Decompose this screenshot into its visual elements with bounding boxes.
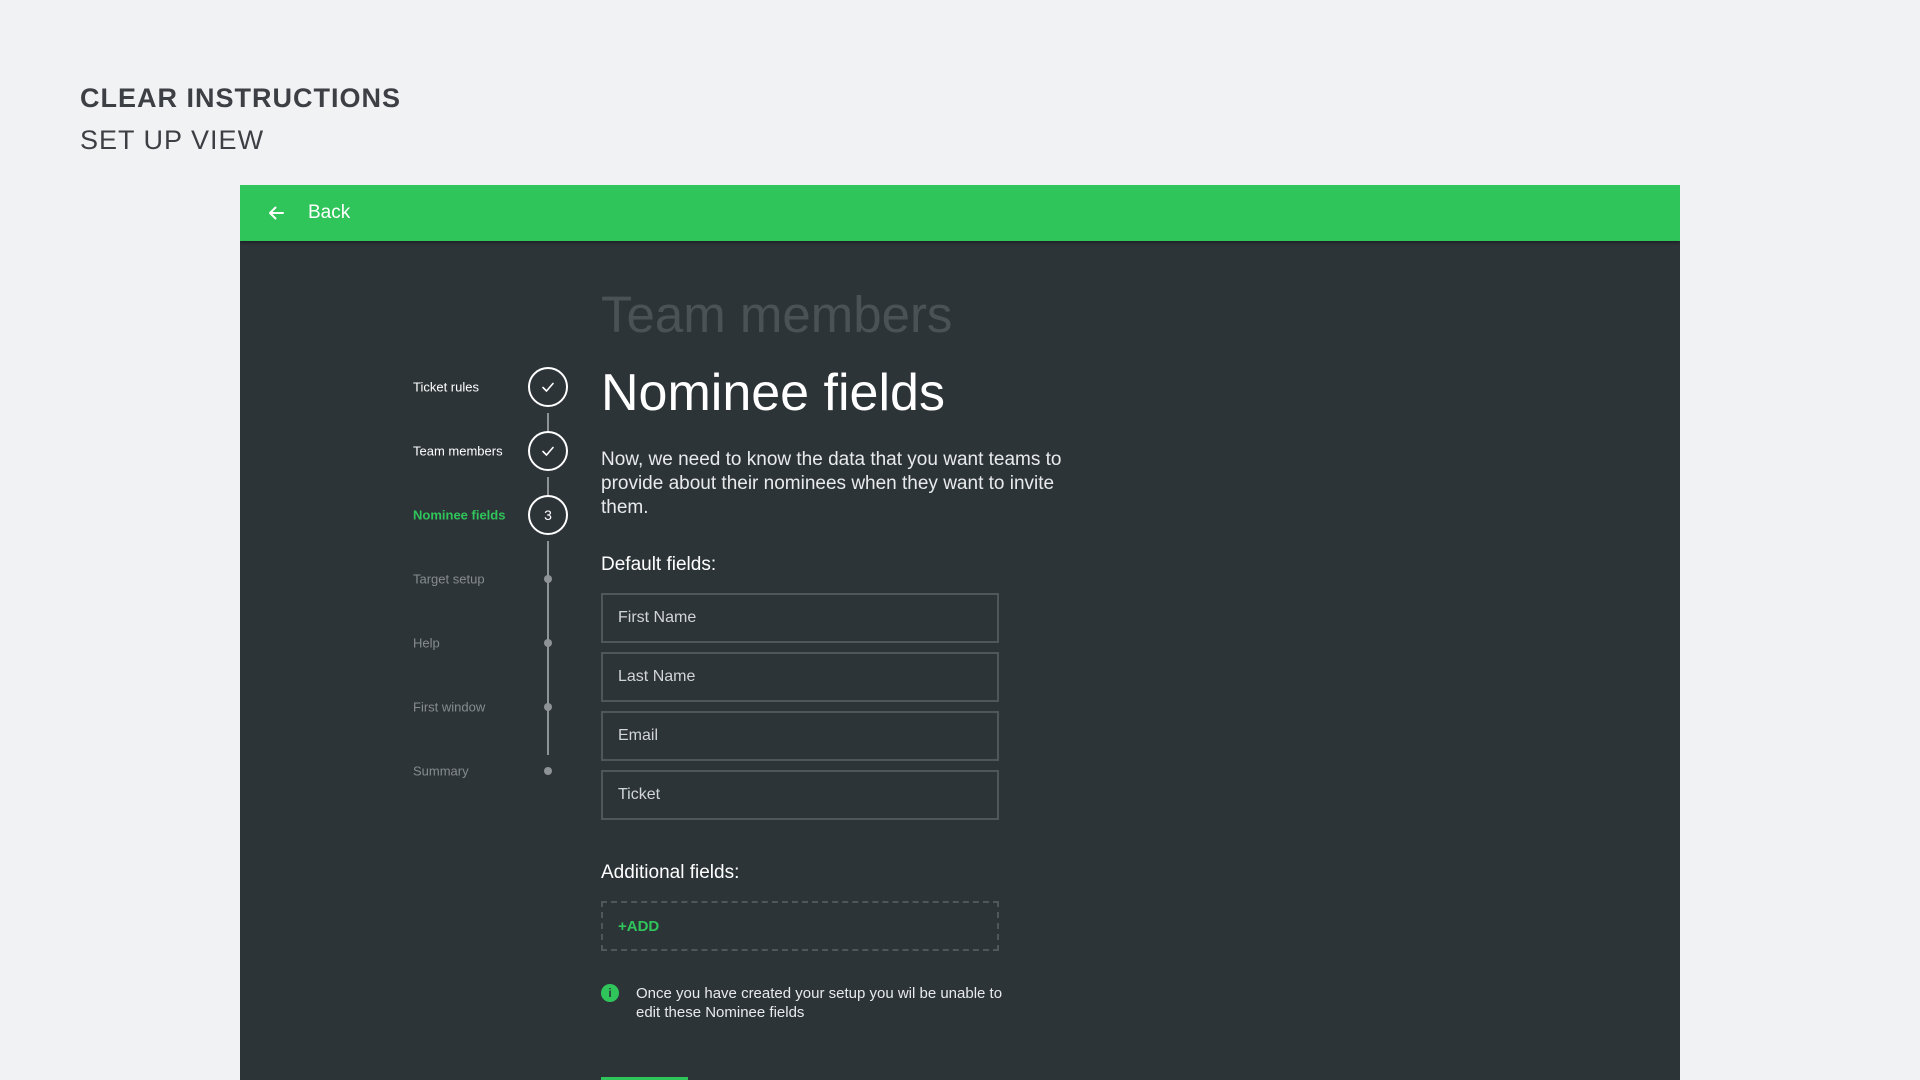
app-frame: Back Ticket rules Team members Nominee f… (240, 185, 1680, 1080)
default-field-last-name[interactable]: Last Name (601, 652, 999, 702)
default-field-ticket[interactable]: Ticket (601, 770, 999, 820)
default-field-first-name[interactable]: First Name (601, 593, 999, 643)
field-label: First Name (618, 609, 697, 626)
step-dot (544, 767, 552, 775)
info-message: Once you have created your setup you wil… (636, 985, 1003, 1021)
field-label: Email (618, 727, 659, 744)
step-label-team-members[interactable]: Team members (413, 444, 503, 459)
back-button[interactable]: Back (308, 202, 350, 224)
page-title: Nominee fields (601, 364, 945, 422)
add-field-label: +ADD (618, 917, 660, 935)
step-label-target-setup: Target setup (413, 571, 485, 587)
additional-fields-label: Additional fields: (601, 862, 740, 883)
add-field-button[interactable]: +ADD (601, 901, 999, 951)
field-label: Ticket (618, 786, 661, 803)
step-circle-active[interactable]: 3 (528, 495, 568, 535)
step-dot (544, 575, 552, 583)
step-dot (544, 639, 552, 647)
page-heading-title: CLEAR INSTRUCTIONS (80, 83, 401, 113)
check-icon (542, 382, 554, 392)
previous-step-title: Team members (601, 286, 953, 343)
default-field-email[interactable]: Email (601, 711, 999, 761)
step-circle-done[interactable] (528, 367, 568, 407)
step-description: Now, we need to know the data that you w… (601, 449, 1062, 518)
step-label-nominee-fields[interactable]: Nominee fields (413, 508, 505, 523)
field-label: Last Name (618, 668, 696, 685)
step-label-first-window: First window (413, 699, 486, 715)
step-label-summary: Summary (413, 763, 469, 779)
default-fields-label: Default fields: (601, 554, 717, 575)
page-heading-subtitle: SET UP VIEW (80, 125, 265, 155)
step-circle-done[interactable] (528, 431, 568, 471)
step-dot (544, 703, 552, 711)
stepper-line (547, 541, 549, 755)
step-label-help: Help (413, 635, 440, 651)
info-icon: i (601, 984, 619, 1002)
check-icon (542, 446, 554, 456)
top-bar: Back (240, 185, 1680, 241)
page-heading: CLEAR INSTRUCTIONS SET UP VIEW (80, 78, 401, 162)
arrow-left-icon[interactable] (266, 203, 286, 223)
step-label-ticket-rules[interactable]: Ticket rules (413, 380, 479, 395)
